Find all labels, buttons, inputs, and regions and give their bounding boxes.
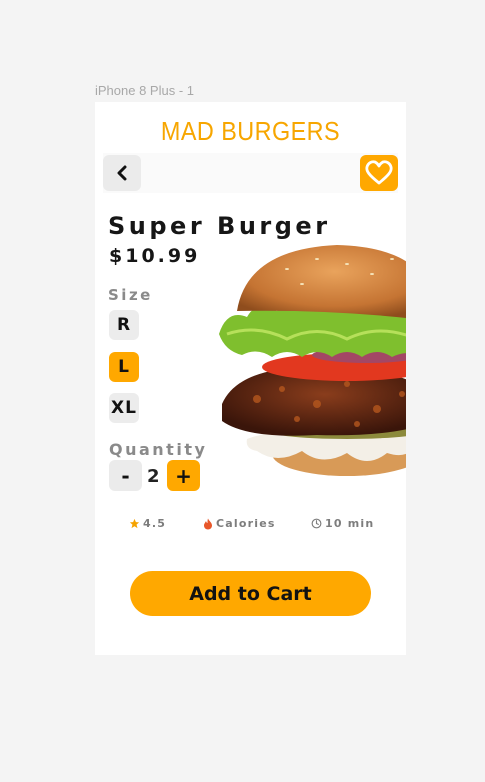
- clock-icon: [311, 518, 322, 529]
- chevron-left-icon: [117, 165, 127, 181]
- rating-info: 4.5: [129, 517, 166, 530]
- rating-value: 4.5: [143, 517, 167, 530]
- calories-label: Calories: [216, 517, 276, 530]
- heart-icon: [365, 160, 393, 185]
- quantity-value: 2: [147, 466, 160, 487]
- product-title: Super Burger: [108, 212, 331, 240]
- time-info: 10 min: [311, 517, 374, 530]
- size-option-l[interactable]: L: [109, 352, 139, 382]
- quantity-increment-button[interactable]: +: [167, 460, 200, 491]
- top-bar: [103, 153, 398, 193]
- product-screen: MAD BURGERS Super Burger $10.99 Size R L…: [95, 102, 406, 655]
- quantity-label: Quantity: [109, 440, 208, 459]
- size-option-xl[interactable]: XL: [109, 393, 139, 423]
- size-label: Size: [108, 286, 153, 304]
- time-value: 10 min: [325, 517, 375, 530]
- add-to-cart-button[interactable]: Add to Cart: [130, 571, 371, 616]
- star-icon: [129, 518, 140, 529]
- artboard-label: iPhone 8 Plus - 1: [95, 83, 195, 98]
- calories-info: Calories: [203, 517, 276, 530]
- product-price: $10.99: [109, 245, 201, 267]
- brand-title: MAD BURGERS: [160, 116, 341, 146]
- size-option-r[interactable]: R: [109, 310, 139, 340]
- back-button[interactable]: [103, 155, 141, 191]
- flame-icon: [204, 518, 212, 529]
- favorite-button[interactable]: [360, 155, 398, 191]
- burger-image: [219, 245, 406, 476]
- quantity-decrement-button[interactable]: -: [109, 460, 142, 491]
